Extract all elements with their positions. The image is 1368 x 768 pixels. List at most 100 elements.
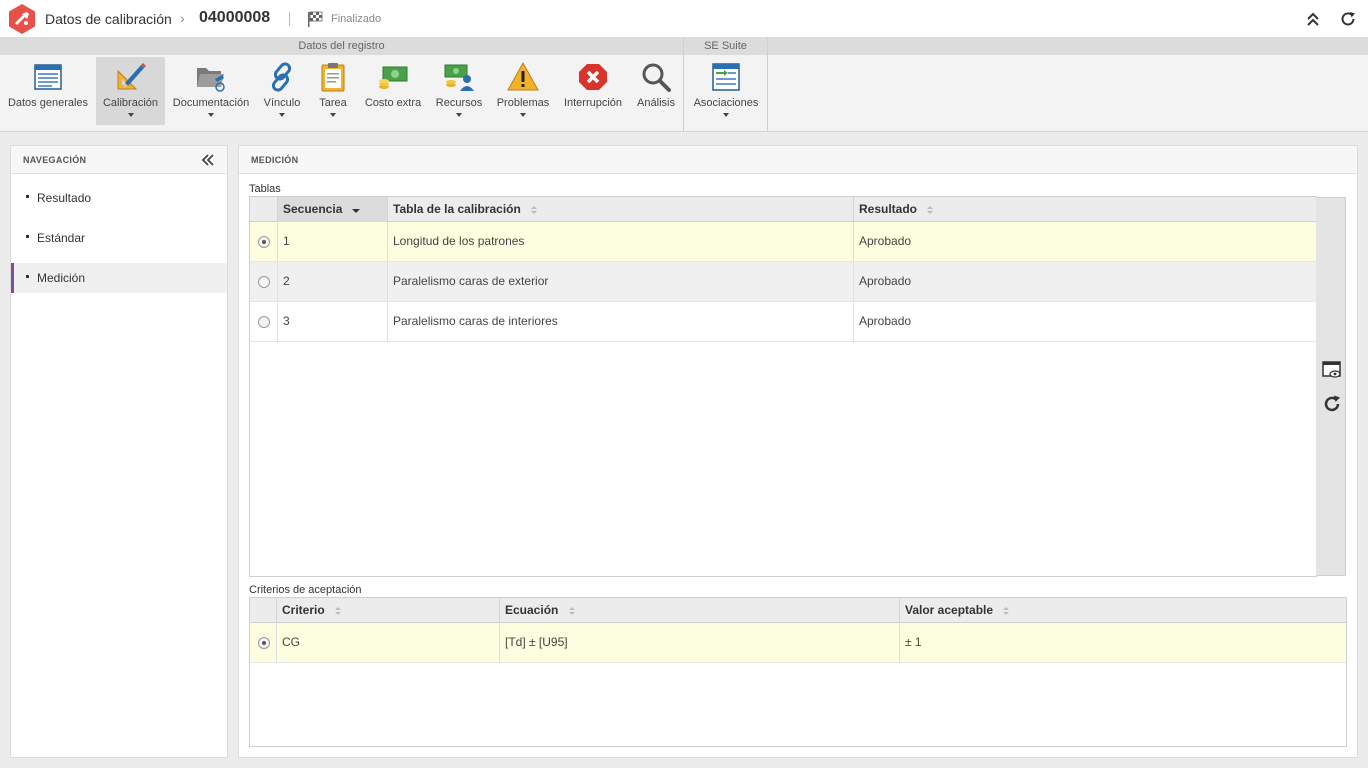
- cell-secuencia: 1: [277, 222, 387, 261]
- problems-button[interactable]: Problemas: [493, 57, 553, 125]
- cell-tabla: Paralelismo caras de interiores: [387, 302, 853, 341]
- row-radio-button[interactable]: [258, 637, 270, 649]
- calibration-tables-grid: Secuencia Tabla de la calibración Result…: [249, 196, 1317, 577]
- ruler-pencil-icon: [117, 63, 146, 90]
- sort-icon: [1003, 606, 1010, 615]
- acceptance-criteria-grid: Criterio Ecuación Valor aceptable CG [Td…: [249, 597, 1347, 747]
- resources-button[interactable]: Recursos: [432, 57, 486, 125]
- interruption-button[interactable]: Interrupción: [560, 57, 626, 125]
- analysis-button[interactable]: Análisis: [632, 57, 680, 125]
- title-bar: Datos de calibración › 04000008 Finaliza…: [0, 0, 1368, 38]
- refresh-icon[interactable]: [1322, 394, 1342, 414]
- navigation-title: NAVEGACIÓN: [23, 155, 87, 165]
- associations-icon: [712, 63, 740, 91]
- group-header-record-data: Datos del registro: [0, 38, 683, 55]
- row-radio-button[interactable]: [258, 236, 270, 248]
- column-header-criterio[interactable]: Criterio: [276, 598, 499, 623]
- column-header-resultado[interactable]: Resultado: [853, 197, 1316, 222]
- sort-icon: [335, 606, 342, 615]
- cell-secuencia: 3: [277, 302, 387, 341]
- cell-secuencia: 2: [277, 262, 387, 301]
- refresh-icon[interactable]: [1339, 10, 1357, 28]
- breadcrumb-separator: ›: [180, 10, 185, 26]
- nav-item-estandar[interactable]: Estándar: [11, 223, 227, 253]
- column-header-secuencia[interactable]: Secuencia: [277, 197, 387, 222]
- cell-criterio: CG: [276, 623, 499, 662]
- documentation-label: Documentación: [172, 97, 250, 109]
- cell-resultado: Aprobado: [853, 222, 1316, 261]
- column-header-tabla[interactable]: Tabla de la calibración: [387, 197, 853, 222]
- column-header-label: Ecuación: [505, 603, 559, 617]
- tables-section-label: Tablas: [249, 183, 281, 195]
- row-radio-button[interactable]: [258, 276, 270, 288]
- clipboard-icon: [321, 63, 345, 92]
- grid-header: Secuencia Tabla de la calibración Result…: [250, 197, 1316, 222]
- calibration-label: Calibración: [102, 97, 159, 109]
- collapse-up-icon[interactable]: [1305, 11, 1321, 27]
- form-icon: [34, 64, 62, 90]
- status-label: Finalizado: [331, 13, 382, 25]
- column-header-valor[interactable]: Valor aceptable: [899, 598, 1346, 623]
- table-row[interactable]: CG [Td] ± [U95] ± 1: [250, 623, 1346, 663]
- nav-item-resultado[interactable]: Resultado: [11, 183, 227, 213]
- select-column-header: [250, 197, 277, 222]
- associations-button[interactable]: Asociaciones: [689, 57, 763, 125]
- dropdown-caret-icon: [330, 113, 336, 117]
- breadcrumb-title[interactable]: Datos de calibración: [45, 11, 172, 27]
- nav-item-label: Medición: [37, 271, 86, 285]
- link-icon: [271, 62, 292, 92]
- navigation-header: NAVEGACIÓN: [11, 146, 227, 174]
- navigation-panel: NAVEGACIÓN Resultado Estándar Medición: [10, 145, 228, 758]
- extra-cost-button[interactable]: Costo extra: [361, 57, 425, 125]
- table-row[interactable]: 2 Paralelismo caras de exterior Aprobado: [250, 262, 1316, 302]
- grid-header: Criterio Ecuación Valor aceptable: [250, 598, 1346, 623]
- documentation-button[interactable]: Documentación: [169, 57, 253, 125]
- measurement-panel: MEDICIÓN Tablas Secuencia Tabla de la ca…: [238, 145, 1358, 758]
- checkered-flag-icon: [308, 11, 323, 27]
- bullet: [26, 195, 29, 198]
- column-header-label: Valor aceptable: [905, 603, 994, 617]
- money-icon: [379, 66, 408, 89]
- associations-label: Asociaciones: [693, 97, 759, 109]
- row-radio-button[interactable]: [258, 316, 270, 328]
- criteria-section-label: Criterios de aceptación: [249, 584, 362, 596]
- dropdown-caret-icon: [279, 113, 285, 117]
- stop-icon: [579, 64, 607, 90]
- dropdown-caret-icon: [723, 113, 729, 117]
- general-data-label: Datos generales: [7, 97, 89, 109]
- cell-valor: ± 1: [899, 623, 1346, 662]
- interruption-label: Interrupción: [563, 97, 623, 109]
- sort-icon: [568, 606, 575, 615]
- ribbon-toolbar: Datos del registro SE Suite Datos genera…: [0, 38, 1368, 132]
- dropdown-caret-icon: [127, 113, 134, 117]
- folder-icon: [197, 68, 225, 92]
- column-header-ecuacion[interactable]: Ecuación: [499, 598, 899, 623]
- table-row[interactable]: 1 Longitud de los patrones Aprobado: [250, 222, 1316, 262]
- nav-item-label: Resultado: [37, 191, 92, 205]
- dropdown-caret-icon: [208, 113, 214, 117]
- problems-label: Problemas: [496, 97, 550, 109]
- link-button[interactable]: Vínculo: [259, 57, 305, 125]
- select-column-header: [250, 598, 276, 623]
- warning-icon: [507, 61, 539, 91]
- cell-resultado: Aprobado: [853, 262, 1316, 301]
- sort-icon: [927, 205, 934, 214]
- calibration-button[interactable]: Calibración: [96, 57, 165, 125]
- column-header-label: Tabla de la calibración: [393, 202, 521, 216]
- dropdown-caret-icon: [520, 113, 526, 117]
- resources-icon: [444, 64, 474, 91]
- nav-item-medicion[interactable]: Medición: [11, 263, 227, 293]
- task-button[interactable]: Tarea: [311, 57, 355, 125]
- grid-side-toolbar: [1316, 197, 1346, 576]
- table-row[interactable]: 3 Paralelismo caras de interiores Aproba…: [250, 302, 1316, 342]
- link-label: Vínculo: [263, 97, 301, 109]
- magnifier-icon: [642, 63, 671, 92]
- general-data-button[interactable]: Datos generales: [4, 57, 92, 125]
- group-separator: [767, 38, 768, 132]
- column-header-label: Secuencia: [283, 202, 343, 216]
- resources-label: Recursos: [435, 97, 483, 109]
- calibration-app-logo: [9, 4, 35, 34]
- cell-resultado: Aprobado: [853, 302, 1316, 341]
- collapse-left-icon[interactable]: [201, 154, 215, 166]
- view-record-icon[interactable]: [1322, 360, 1342, 380]
